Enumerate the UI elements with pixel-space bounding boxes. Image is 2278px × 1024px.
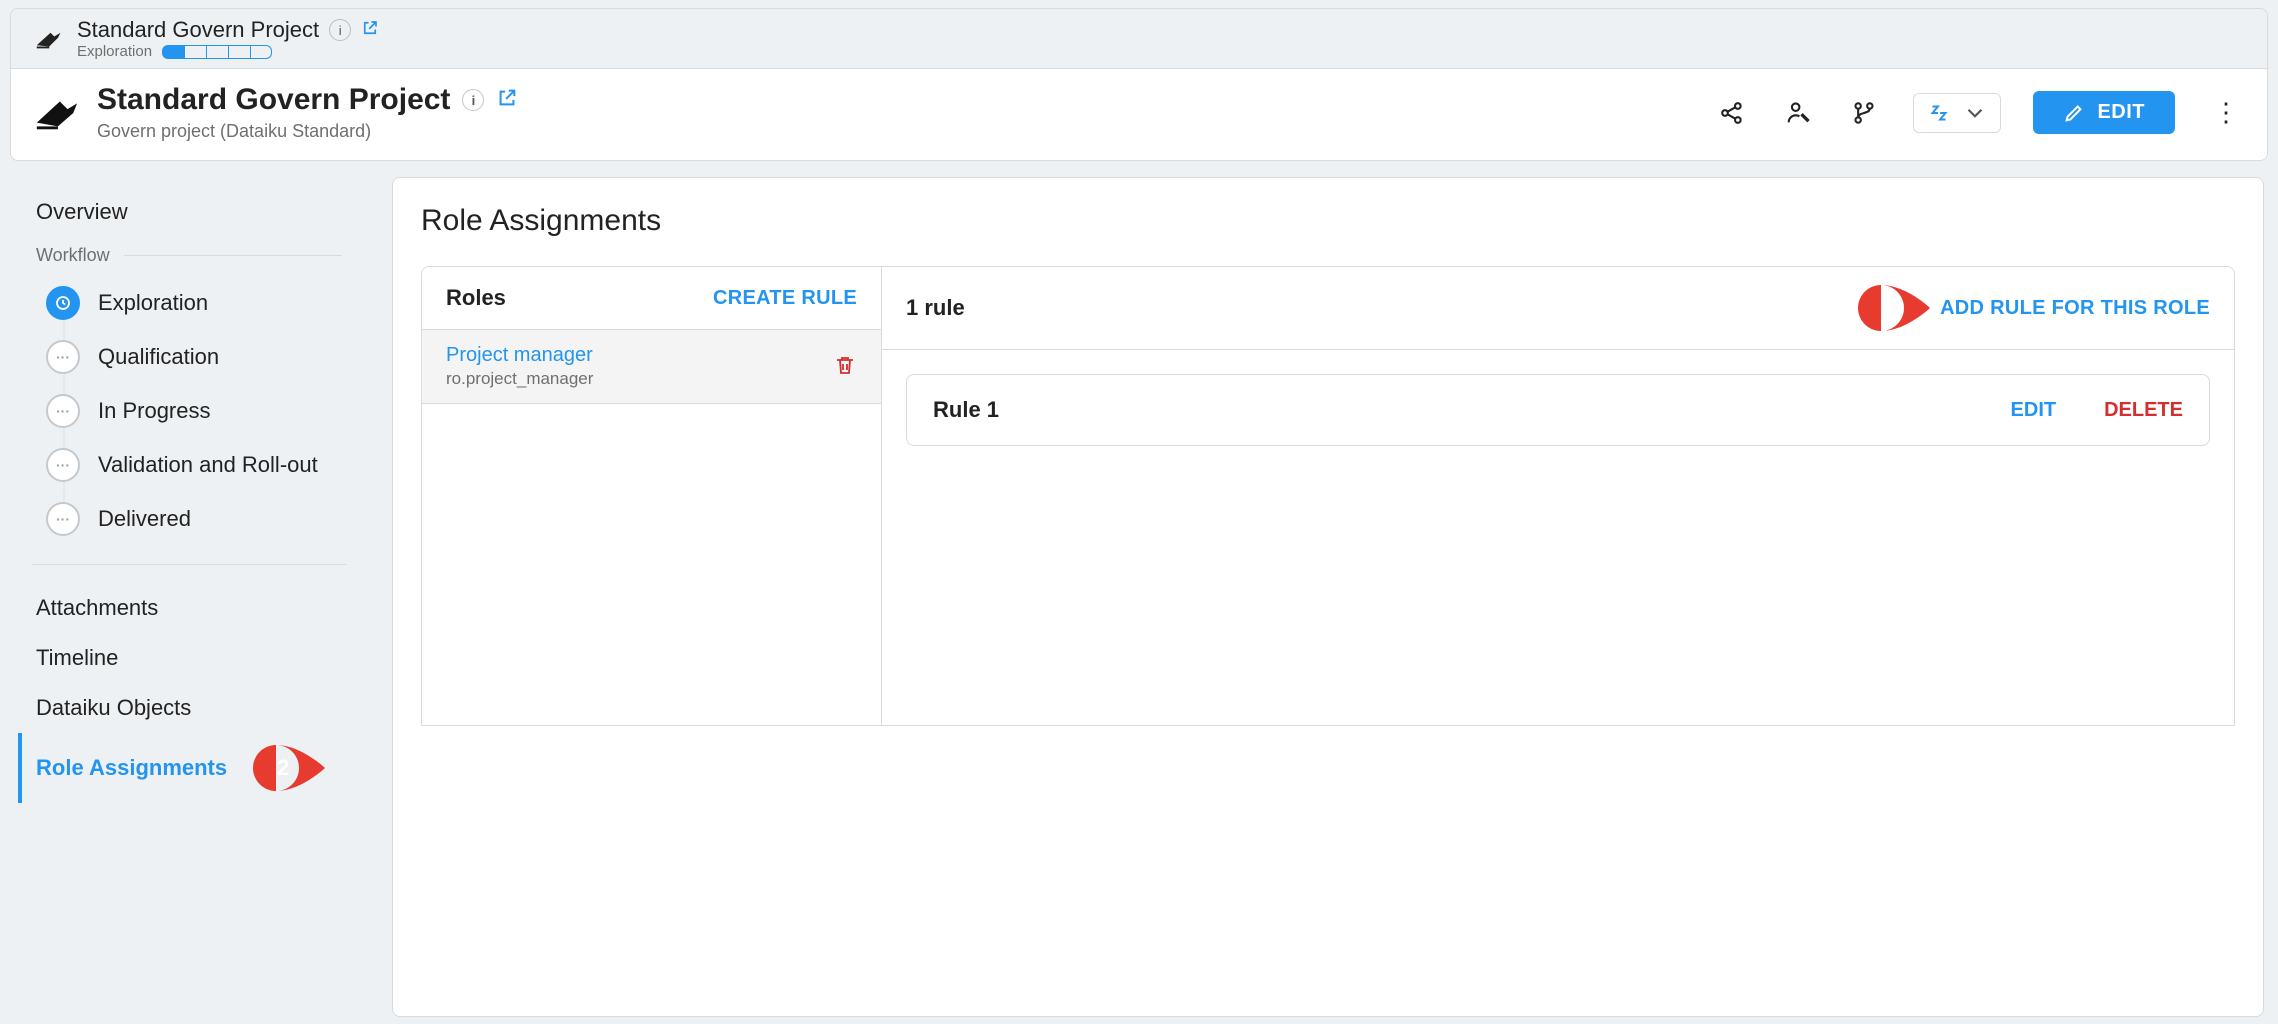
sidebar-item-timeline[interactable]: Timeline (18, 633, 360, 683)
workflow-step-label: Qualification (98, 344, 219, 370)
sidebar-item-dataiku-objects[interactable]: Dataiku Objects (18, 683, 360, 733)
content-panel: Role Assignments Roles CREATE RULE Proje… (392, 177, 2264, 1017)
breadcrumb-title[interactable]: Standard Govern Project (77, 17, 319, 43)
content-title: Role Assignments (421, 204, 2235, 238)
annotation-bubble-2: 2 (253, 745, 325, 791)
sidebar-item-label: Role Assignments (36, 755, 227, 780)
rule-delete-button[interactable]: DELETE (2104, 399, 2183, 422)
roles-column: Roles CREATE RULE Project manager ro.pro… (422, 267, 882, 725)
rule-card: Rule 1 EDIT DELETE (906, 374, 2210, 446)
workflow-step-label: Delivered (98, 506, 191, 532)
annotation-bubble-3: 3 (1858, 285, 1930, 331)
clock-icon (46, 286, 80, 320)
workflow-step-validation[interactable]: ··· Validation and Roll-out (46, 438, 360, 492)
more-menu-icon[interactable]: ⋮ (2207, 97, 2245, 128)
info-icon[interactable]: i (329, 19, 351, 41)
info-icon[interactable]: i (462, 89, 484, 111)
sidebar-item-role-assignments[interactable]: Role Assignments 2 (18, 733, 360, 803)
open-external-icon[interactable] (496, 83, 518, 117)
branch-icon[interactable] (1847, 96, 1881, 130)
page-title: Standard Govern Project (97, 83, 450, 117)
role-name[interactable]: Project manager (446, 344, 593, 367)
roles-header: Roles (446, 285, 506, 311)
workflow-step-in-progress[interactable]: ··· In Progress (46, 384, 360, 438)
trash-icon[interactable] (833, 353, 857, 380)
workflow-step-qualification[interactable]: ··· Qualification (46, 330, 360, 384)
page-header: Standard Govern Project i Govern project… (11, 68, 2267, 160)
chevron-down-icon (1962, 100, 1988, 126)
step-dot-icon: ··· (46, 502, 80, 536)
edit-button[interactable]: EDIT (2033, 91, 2175, 134)
bird-icon (33, 24, 63, 54)
step-dot-icon: ··· (46, 340, 80, 374)
progress-segments (162, 45, 272, 59)
share-icon[interactable] (1715, 96, 1749, 130)
workflow-step-exploration[interactable]: Exploration (46, 276, 360, 330)
open-external-icon[interactable] (361, 17, 379, 43)
sidebar-item-overview[interactable]: Overview (18, 187, 360, 237)
bird-icon (33, 90, 79, 136)
workflow-step-label: Exploration (98, 290, 208, 316)
role-key: ro.project_manager (446, 369, 593, 389)
breadcrumb-phase: Exploration (77, 43, 152, 60)
create-rule-button[interactable]: CREATE RULE (713, 287, 857, 310)
step-dot-icon: ··· (46, 394, 80, 428)
snooze-dropdown[interactable] (1913, 93, 2001, 133)
rule-name: Rule 1 (933, 397, 999, 423)
rule-count: 1 rule (906, 295, 965, 321)
workflow-step-delivered[interactable]: ··· Delivered (46, 492, 360, 546)
sidebar: Overview Workflow Exploration ··· Qualif… (10, 177, 370, 1017)
user-tag-icon[interactable] (1781, 96, 1815, 130)
divider (32, 564, 346, 565)
pencil-icon (2063, 102, 2085, 124)
workflow-step-label: Validation and Roll-out (98, 452, 318, 478)
edit-button-label: EDIT (2097, 101, 2145, 124)
role-assignments-grid: Roles CREATE RULE Project manager ro.pro… (421, 266, 2235, 726)
rule-edit-button[interactable]: EDIT (2011, 399, 2057, 422)
step-dot-icon: ··· (46, 448, 80, 482)
add-rule-button[interactable]: ADD RULE FOR THIS ROLE (1940, 297, 2210, 320)
workflow-list: Exploration ··· Qualification ··· In Pro… (46, 276, 360, 546)
sidebar-section-workflow: Workflow (18, 237, 360, 270)
role-row[interactable]: Project manager ro.project_manager (422, 330, 881, 404)
sidebar-item-attachments[interactable]: Attachments (18, 583, 360, 633)
workflow-step-label: In Progress (98, 398, 211, 424)
rules-column: 1 rule 3 ADD RULE FOR THIS ROLE Rule 1 E… (882, 267, 2234, 725)
breadcrumb: Standard Govern Project i Exploration (11, 9, 2267, 68)
sidebar-section-label: Workflow (36, 245, 110, 266)
page-subtitle: Govern project (Dataiku Standard) (97, 121, 518, 142)
